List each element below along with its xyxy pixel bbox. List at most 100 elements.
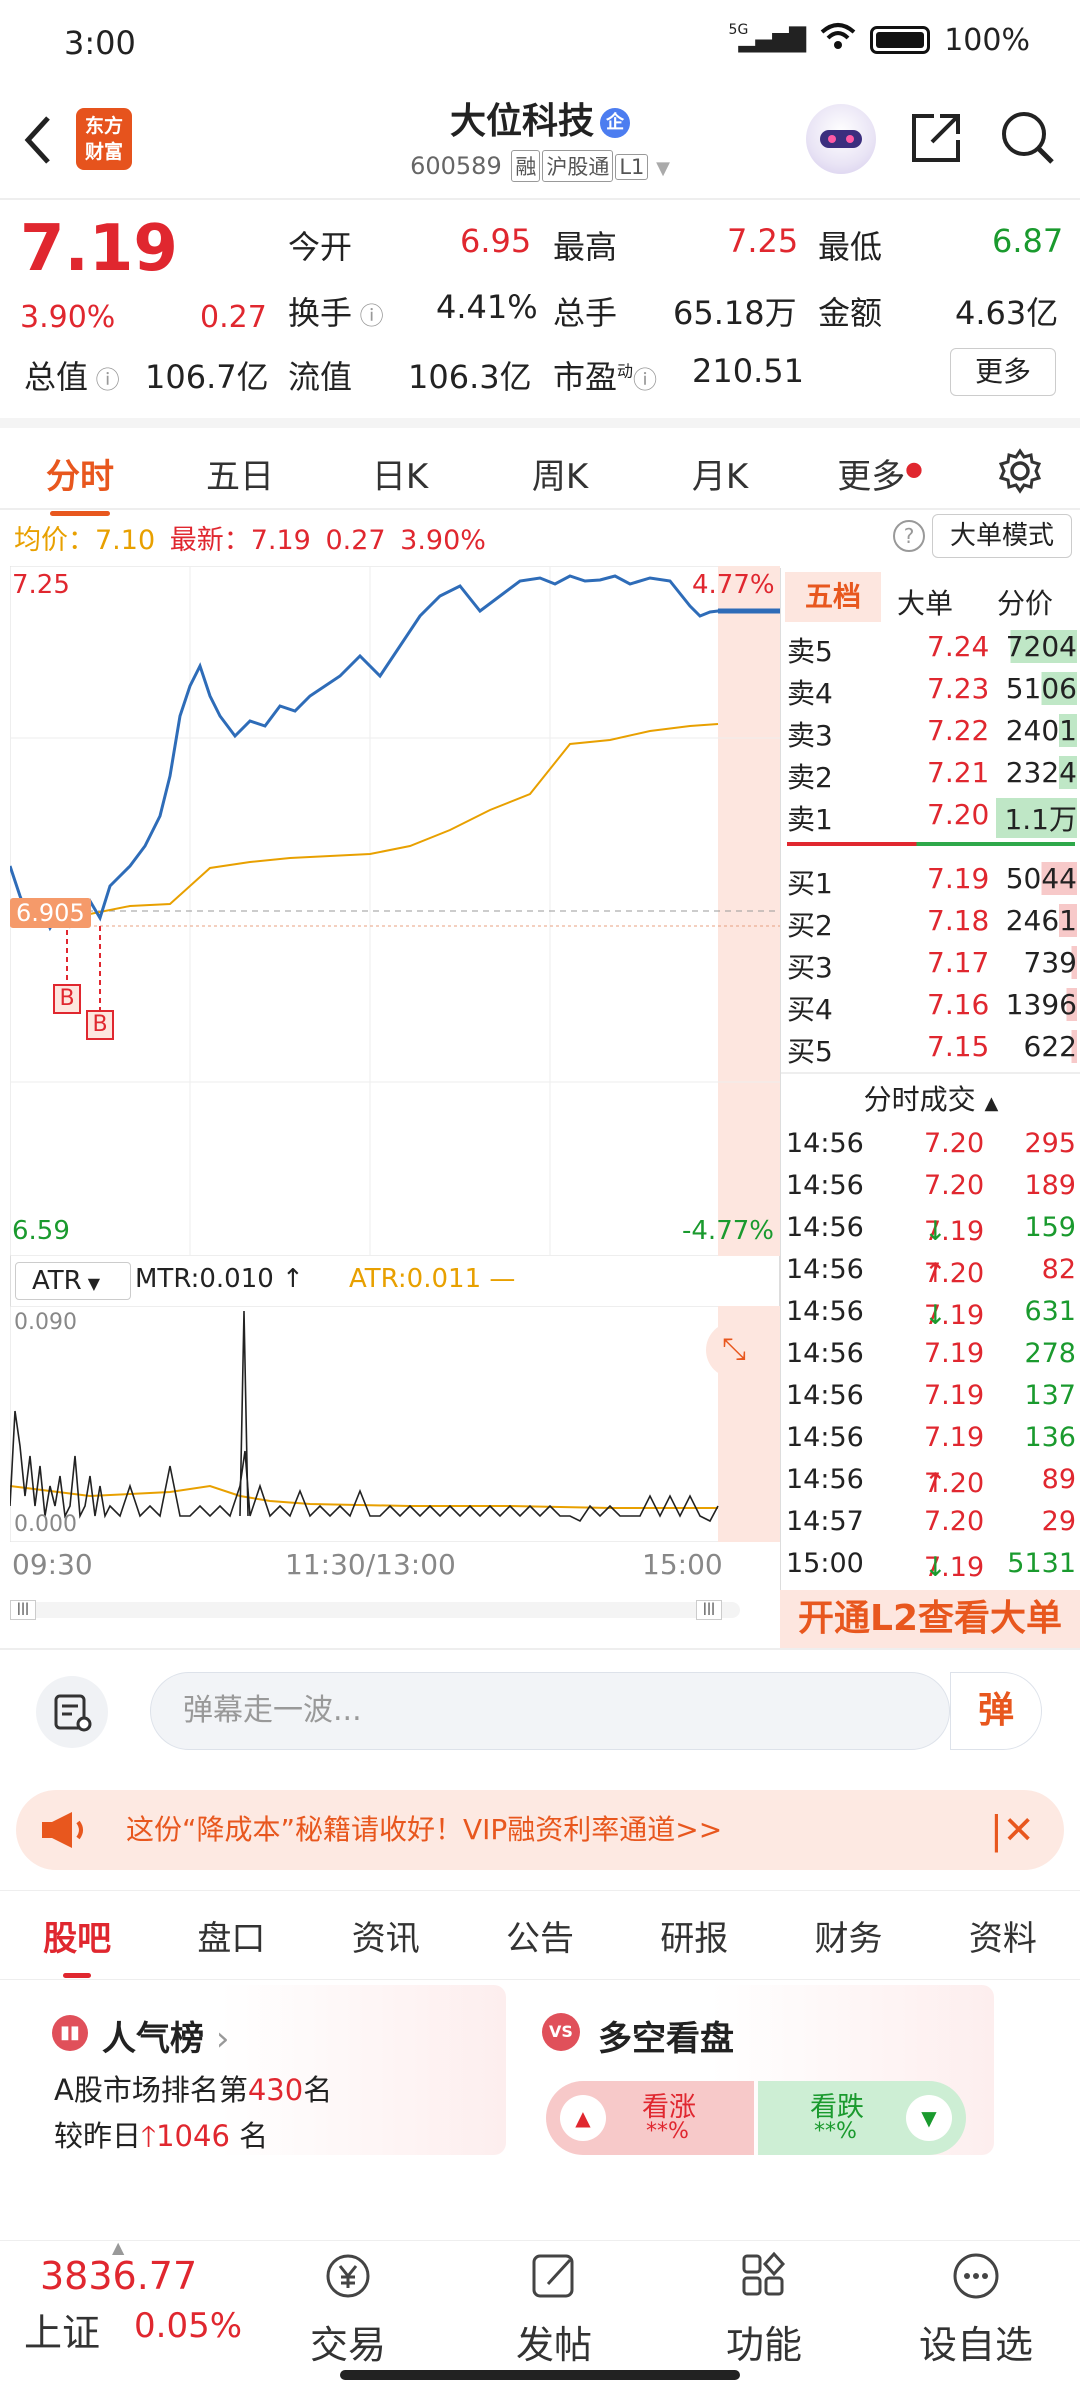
latest-change: 0.27 (325, 525, 386, 556)
tab-price-dist[interactable]: 分价 (997, 582, 1053, 622)
trade-row: 14:56 7.19 ↓ 159 (786, 1212, 1076, 1247)
sentiment-card: VS 多空看盘 ▲ 看涨 **% 看跌 **% ▼ (522, 1985, 994, 2155)
enterprise-badge-icon: 企 (600, 108, 630, 138)
more-button[interactable]: 更多 (950, 348, 1056, 396)
yuan-icon (268, 2250, 428, 2306)
stat-volume-label: 总手 (553, 294, 618, 332)
nav-trade[interactable]: 交易 (268, 2250, 428, 2369)
avg-info-line: 均价：7.10 最新：7.19 0.27 3.90% (14, 518, 486, 557)
ask-row-2: 卖2 7.21 2324 (787, 756, 1077, 794)
tab-5day[interactable]: 五日 (160, 449, 320, 498)
tab-profile[interactable]: 资料 (969, 1911, 1037, 1960)
trade-row: 14:56 7.20 ↑ 82 (786, 1254, 1076, 1289)
ref-price-tag: 6.905 (10, 898, 91, 928)
arrow-down-icon: ▼ (906, 2095, 952, 2141)
vs-icon: VS (542, 2013, 580, 2051)
tab-more[interactable]: 更多● (800, 449, 960, 498)
atr-header: ATR ▼ MTR:0.010 ↑ ATR:0.011 — (10, 1256, 780, 1306)
index-value[interactable]: 3836.77 (40, 2254, 197, 2298)
atr-value: ATR:0.011 — (349, 1264, 516, 1294)
status-bar: 3:00 5G ▂▄▆█ 100% (0, 0, 1080, 90)
intraday-chart[interactable]: 7.25 4.77% 6.59 -4.77% 6.905 B B (8, 565, 781, 1257)
avg-label: 均价： (14, 525, 95, 556)
stock-code: 600589 (410, 152, 502, 180)
danmu-toggle-button[interactable]: 弹 (950, 1672, 1042, 1750)
tab-weekly[interactable]: 周K (480, 449, 640, 498)
more-dots-icon (896, 2250, 1056, 2306)
search-icon[interactable] (998, 108, 1058, 172)
stat-pe-label[interactable]: 市盈动ⓘ (553, 352, 657, 398)
stat-turnover-value: 4.41% (436, 288, 538, 326)
nav-post[interactable]: 发帖 (474, 2250, 634, 2369)
trade-row: 14:56 7.19 136 (786, 1422, 1076, 1453)
time-axis-end: 15:00 (642, 1548, 723, 1581)
info-icon: ⓘ (352, 302, 384, 330)
l2-promo-button[interactable]: 开通L2查看大单 (780, 1590, 1080, 1648)
edit-icon (474, 2250, 634, 2306)
latest-value: 7.19 (250, 525, 311, 556)
vote-up-button[interactable]: ▲ 看涨 **% (546, 2081, 754, 2155)
ask-row-4: 卖4 7.23 5106 (787, 672, 1077, 710)
popularity-card[interactable]: ▮▮ 人气榜 › A股市场排名第430名 较昨日🡑1046 名 (30, 1985, 506, 2155)
stat-turnover-label[interactable]: 换手 ⓘ (288, 288, 384, 334)
vote-down-button[interactable]: 看跌 **% ▼ (758, 2081, 966, 2155)
bid-ask-ratio-bar (787, 842, 1075, 846)
chart-badge-icon: ▮▮ (52, 2015, 88, 2051)
assistant-avatar-icon[interactable] (806, 104, 876, 174)
atr-chart[interactable]: 0.090 0.000 ⤡ (9, 1305, 781, 1543)
nav-add-watchlist[interactable]: 设自选 (896, 2250, 1056, 2369)
slider-handle-left[interactable]: ||| (10, 1600, 36, 1620)
tab-daily[interactable]: 日K (320, 449, 480, 498)
tab-handicap[interactable]: 盘口 (197, 1911, 265, 1960)
tab-finance[interactable]: 财务 (815, 1911, 883, 1960)
close-icon[interactable]: |✕ (990, 1808, 1035, 1852)
chart-high-price: 7.25 (12, 570, 70, 600)
trade-row: 14:57 7.20 29 (786, 1506, 1076, 1537)
expand-icon[interactable]: ⤡ (706, 1322, 762, 1378)
chart-high-pct: 4.77% (692, 570, 775, 600)
tag-connect: 沪股通 (542, 150, 614, 182)
ask-row-1: 卖1 7.20 1.1万 (787, 798, 1077, 838)
slider-handle-right[interactable]: ||| (696, 1600, 722, 1620)
indicator-select[interactable]: ATR ▼ (15, 1262, 131, 1300)
stock-name: 大位科技 (449, 101, 594, 142)
divider (781, 1072, 1080, 1074)
tab-forum[interactable]: 股吧 (43, 1911, 111, 1978)
tab-five-levels[interactable]: 五档 (785, 572, 881, 622)
divider (0, 418, 1080, 428)
sort-up-icon: ▲ (984, 1093, 999, 1114)
chevron-down-icon: ▼ (87, 1274, 101, 1293)
tag-margin: 融 (511, 150, 541, 182)
buy-marker-icon[interactable]: B (86, 1010, 114, 1040)
chart-tabs: 分时 五日 日K 周K 月K 更多● (0, 428, 1080, 518)
compose-icon[interactable] (36, 1676, 108, 1748)
mtr-value: MTR:0.010 ↑ (135, 1264, 304, 1294)
tab-big-orders[interactable]: 大单 (897, 582, 953, 622)
tab-announcements[interactable]: 公告 (506, 1911, 574, 1960)
index-name[interactable]: 上证 (24, 2302, 100, 2357)
stat-mktcap-label[interactable]: 总值 ⓘ (24, 352, 120, 398)
tab-research[interactable]: 研报 (660, 1911, 728, 1960)
popularity-change: 较昨日🡑1046 名 (54, 2119, 269, 2153)
trade-list[interactable]: 14:56 7.20 295 14:56 7.20 189 14:56 7.19 ↓ 159 … (780, 1124, 1080, 1588)
help-icon[interactable]: ? (893, 520, 925, 552)
nav-functions[interactable]: 功能 (684, 2250, 844, 2369)
buy-marker-icon[interactable]: B (53, 984, 81, 1014)
tab-intraday[interactable]: 分时 (0, 449, 160, 516)
signal-icon: 5G ▂▄▆█ (728, 21, 807, 53)
dropdown-icon: ▼ (656, 158, 670, 179)
settings-icon[interactable] (960, 447, 1080, 499)
stat-high-label: 最高 (553, 228, 618, 266)
tab-monthly[interactable]: 月K (640, 449, 800, 498)
trades-title[interactable]: 分时成交 ▲ (781, 1078, 1080, 1118)
share-icon[interactable] (906, 108, 966, 172)
latest-change-pct: 3.90% (400, 525, 486, 556)
tab-news[interactable]: 资讯 (352, 1911, 420, 1960)
chart-low-price: 6.59 (12, 1216, 70, 1246)
bid-row-2: 买2 7.18 2461 (787, 904, 1077, 942)
danmu-input[interactable]: 弹幕走一波... (150, 1672, 950, 1750)
big-order-mode-button[interactable]: 大单模式 (932, 514, 1072, 558)
time-range-slider[interactable]: ||| ||| (10, 1600, 740, 1620)
divider (0, 1648, 1080, 1650)
promo-banner[interactable]: 这份“降成本”秘籍请收好！VIP融资利率通道>> (16, 1790, 1064, 1870)
